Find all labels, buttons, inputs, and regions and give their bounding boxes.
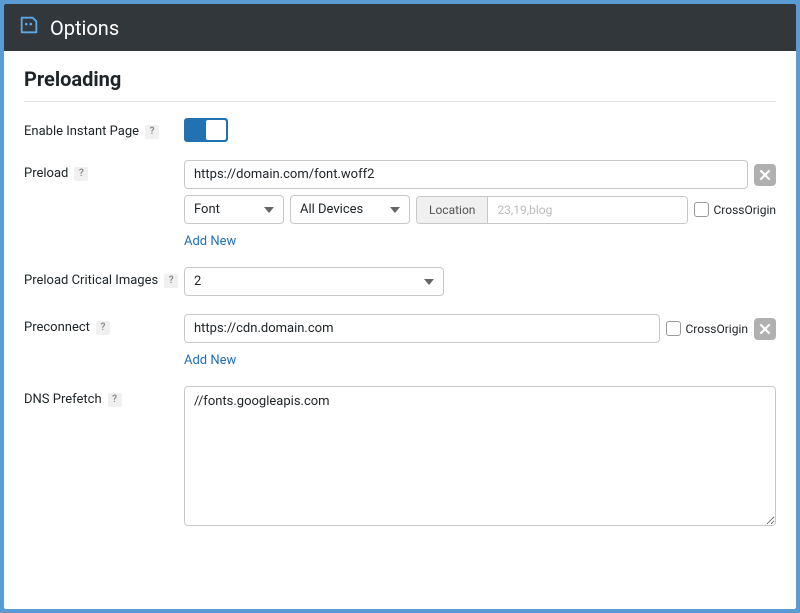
preconnect-crossorigin-checkbox[interactable] — [666, 321, 681, 336]
help-icon[interactable]: ? — [164, 274, 178, 288]
section-title: Preloading — [24, 67, 776, 102]
help-icon[interactable]: ? — [96, 321, 110, 335]
row-dns-prefetch: DNS Prefetch ? //fonts.googleapis.com — [24, 386, 776, 530]
preconnect-crossorigin-wrap[interactable]: CrossOrigin — [666, 321, 748, 336]
preload-add-new-link[interactable]: Add New — [184, 234, 236, 249]
preload-crossorigin-checkbox[interactable] — [694, 202, 709, 217]
preconnect-label: Preconnect — [24, 320, 90, 335]
row-preload: Preload ? Font All Devices — [24, 160, 776, 249]
preload-crossorigin-wrap[interactable]: CrossOrigin — [694, 202, 776, 217]
preload-label: Preload — [24, 166, 68, 181]
row-preconnect: Preconnect ? CrossOrigin Add New — [24, 314, 776, 368]
preload-type-select[interactable]: Font — [184, 195, 284, 224]
dns-prefetch-textarea[interactable]: //fonts.googleapis.com — [184, 386, 776, 526]
critical-images-select[interactable]: 2 — [184, 267, 444, 296]
options-window: Options Preloading Enable Instant Page ?… — [4, 4, 796, 609]
preconnect-crossorigin-label: CrossOrigin — [685, 322, 748, 336]
instant-page-toggle[interactable] — [184, 118, 228, 142]
preconnect-add-new-link[interactable]: Add New — [184, 353, 236, 368]
titlebar: Options — [4, 4, 796, 51]
instant-page-label: Enable Instant Page — [24, 124, 139, 139]
preload-location-group: Location — [416, 196, 688, 224]
row-instant-page: Enable Instant Page ? — [24, 118, 776, 142]
app-icon — [18, 14, 40, 41]
preload-crossorigin-label: CrossOrigin — [713, 203, 776, 217]
preload-url-input[interactable] — [184, 160, 748, 189]
location-button[interactable]: Location — [417, 197, 488, 223]
title-text: Options — [50, 16, 119, 40]
row-critical-images: Preload Critical Images ? 2 — [24, 267, 776, 296]
preconnect-url-input[interactable] — [184, 314, 660, 343]
location-input[interactable] — [488, 197, 687, 223]
help-icon[interactable]: ? — [145, 125, 159, 139]
content-area: Preloading Enable Instant Page ? Preload… — [4, 51, 796, 609]
remove-preload-button[interactable] — [754, 164, 776, 186]
dns-prefetch-label: DNS Prefetch — [24, 392, 102, 407]
help-icon[interactable]: ? — [108, 393, 122, 407]
help-icon[interactable]: ? — [74, 167, 88, 181]
remove-preconnect-button[interactable] — [754, 318, 776, 340]
critical-images-label: Preload Critical Images — [24, 273, 158, 288]
preload-device-select[interactable]: All Devices — [290, 195, 410, 224]
